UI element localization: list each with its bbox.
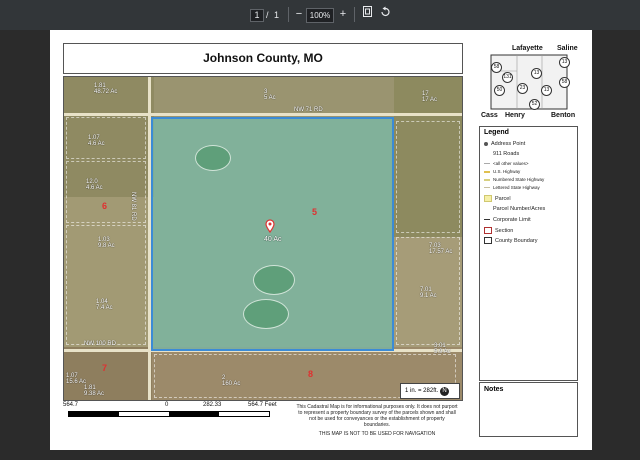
line-swatch [484, 218, 490, 221]
scale-label-mid: 282.33 [203, 402, 222, 408]
inset-locator-map: Lafayette Saline Cass Henry Benton 58 13… [479, 43, 578, 122]
line-swatch [484, 170, 490, 173]
legend-item: <all other values> [484, 161, 529, 166]
parcel-label: 7.01 9.1 Ac [420, 287, 437, 299]
notes-title: Notes [484, 386, 504, 393]
parcel-outline [396, 121, 460, 233]
county-name: Benton [551, 112, 576, 119]
parcel-swatch [484, 195, 492, 202]
highway-shield-icon: 52 [529, 99, 540, 110]
scale-label-right: 564.7 Feet [248, 402, 277, 408]
text-swatch [484, 206, 490, 211]
pond [253, 265, 295, 295]
highway-shield-icon: 13 [559, 57, 570, 68]
zoom-in-button[interactable]: + [335, 6, 351, 22]
title-box: Johnson County, MO [63, 43, 463, 74]
parcel-label: 1.81 9.38 Ac [84, 385, 105, 397]
line-swatch [484, 178, 490, 181]
parcel-outline [66, 117, 146, 159]
highway-shield-icon: 131 [502, 72, 513, 83]
county-name: Lafayette [512, 45, 543, 52]
legend-item: U.S. Highway [484, 169, 520, 174]
page-total: 1 [274, 10, 280, 20]
fit-page-button[interactable] [359, 6, 375, 22]
legend-title: Legend [484, 129, 509, 136]
line-swatch [484, 187, 490, 189]
parcel-label: 2 160 Ac [222, 375, 241, 387]
section-number: 8 [308, 369, 314, 379]
road-label-top: NW 71 RD [294, 107, 323, 113]
parcel-label: 1.07 4.6 Ac [88, 135, 105, 147]
parcel-label: 12.0 4.6 Ac [86, 179, 103, 191]
highway-shield-icon: 58 [491, 62, 502, 73]
fit-page-icon [362, 6, 372, 17]
section-number: 7 [102, 363, 108, 373]
highway-shield-icon: 13 [541, 85, 552, 96]
county-name: Henry [505, 112, 525, 119]
scale-label-left: 564.7 [63, 402, 79, 408]
scale-bar: 564.7 0 282.33 564.7 Feet [63, 402, 295, 432]
legend-item: Corporate Limit [484, 217, 531, 223]
page-separator: / [266, 10, 269, 20]
notes-box: Notes [479, 382, 578, 437]
boundary-swatch [484, 237, 492, 244]
toolbar-divider [354, 7, 355, 22]
county-name: Cass [481, 112, 498, 119]
scale-bar-graphic [68, 411, 270, 417]
section-number: 6 [102, 201, 108, 211]
parcel-label: 1.07 15.6 Ac [66, 373, 87, 385]
parcel-label: 17 17 Ac [422, 91, 438, 103]
highway-shield-icon: 13 [531, 68, 542, 79]
section-swatch [484, 227, 492, 234]
legend-item: County Boundary [484, 237, 538, 244]
legend-item: Parcel Number/Acres [484, 206, 545, 212]
legend-item: Address Point [484, 141, 525, 147]
scale-label-zero: 0 [165, 402, 169, 408]
roads-swatch [484, 151, 490, 156]
map-legend: Legend Address Point 911 Roads <all othe… [479, 126, 578, 381]
map-title: Johnson County, MO [203, 51, 323, 65]
highway-shield-icon: 50 [494, 85, 505, 96]
legend-item: Lettered State Highway [484, 185, 540, 190]
north-arrow-icon: N [440, 387, 449, 396]
toolbar-divider [288, 7, 289, 22]
road-label-bottom: NW 100 RD [84, 341, 117, 347]
county-name: Saline [557, 45, 578, 52]
rotate-button[interactable] [377, 6, 393, 22]
pdf-toolbar: 1 / 1 − 100% + [0, 0, 640, 30]
legend-item: 911 Roads [484, 151, 519, 157]
parcel-label: 3.01 5.9 Ac [434, 343, 451, 355]
aerial-map: NW 71 RD NW 81 RD NW 100 RD 40 Ac 6 5 7 … [63, 76, 463, 401]
address-pin-icon[interactable] [265, 219, 275, 233]
page-number-input[interactable]: 1 [250, 9, 264, 22]
road-label-left: NW 81 RD [130, 192, 136, 221]
line-swatch [484, 163, 490, 165]
rotate-icon [380, 6, 390, 17]
legend-item: Numbered State Highway [484, 177, 544, 182]
zoom-level-input[interactable]: 100% [306, 8, 334, 23]
pond [243, 299, 289, 329]
highway-shield-icon: 58 [559, 77, 570, 88]
scale-indicator: 1 in. = 282ft. N [400, 383, 460, 399]
parcel-label: 35 Ac [264, 89, 276, 101]
address-point-icon [484, 141, 488, 146]
zoom-out-button[interactable]: − [291, 6, 307, 22]
pdf-page: Johnson County, MO NW 71 RD NW 81 RD NW … [50, 30, 592, 450]
disclaimer: This Cadastral Map is for informational … [296, 404, 458, 437]
subject-acres: 40 Ac [264, 236, 282, 243]
road-nw-71 [64, 113, 462, 116]
parcel-label: 1.81 48.72 Ac [94, 83, 118, 95]
subject-parcel[interactable]: 40 Ac [151, 117, 394, 351]
disclaimer-text: This Cadastral Map is for informational … [296, 404, 458, 428]
pond [195, 145, 231, 171]
scale-text: 1 in. = 282ft. [405, 388, 439, 394]
legend-item: Section [484, 227, 513, 234]
legend-item: Parcel [484, 195, 511, 202]
parcel-label: 1.03 9.8 Ac [98, 237, 115, 249]
section-number: 5 [312, 207, 318, 217]
parcel-label: 7.03 17.57 Ac [429, 243, 453, 255]
parcel-label: 1.04 7.4 Ac [96, 299, 113, 311]
navigation-warning: THIS MAP IS NOT TO BE USED FOR NAVIGATIO… [318, 431, 436, 437]
highway-shield-icon: 23 [517, 83, 528, 94]
